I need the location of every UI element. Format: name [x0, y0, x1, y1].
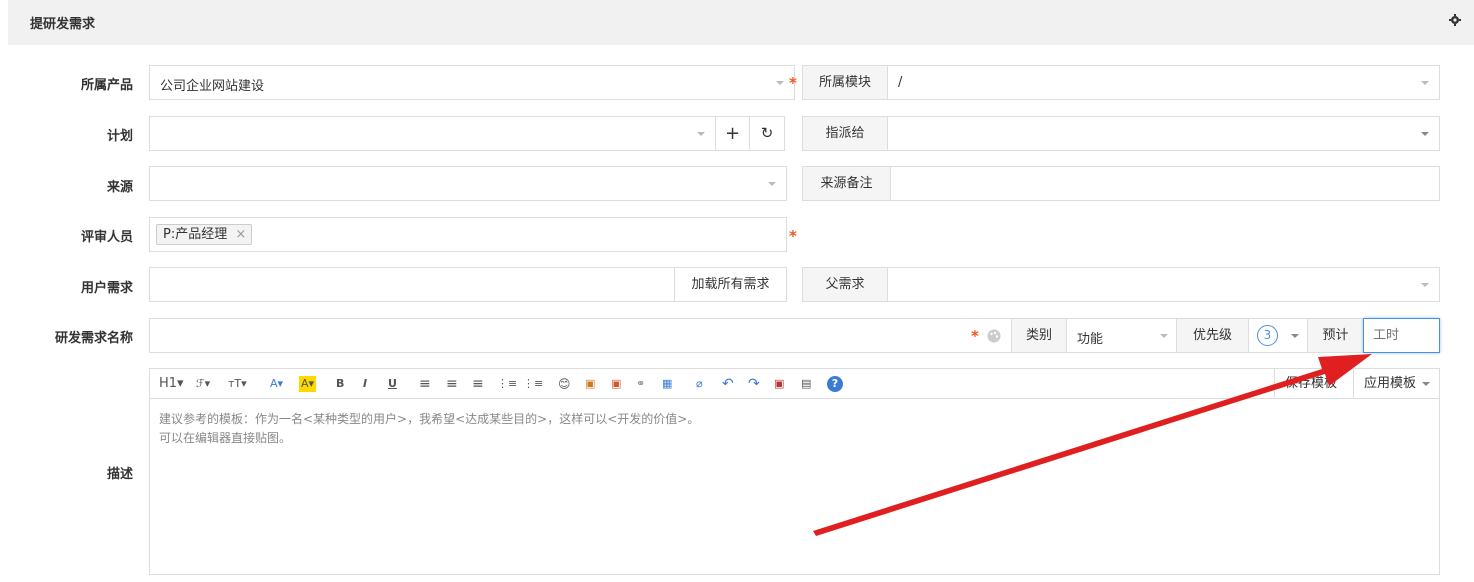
add-plan-button[interactable]: +: [715, 116, 750, 151]
paste-icon[interactable]: ▤: [801, 376, 811, 392]
image-icon[interactable]: ▣: [585, 376, 595, 392]
module-value: /: [898, 75, 903, 90]
chevron-down-icon: [1422, 382, 1431, 386]
italic-button[interactable]: I: [363, 376, 367, 392]
align-right-button[interactable]: ≡: [472, 376, 484, 392]
editor-placeholder: 建议参考的模板：作为一名<某种类型的用户>，我希望<达成某些目的>，这样可以<开…: [159, 410, 699, 448]
underline-button[interactable]: U: [388, 376, 397, 392]
chevron-down-icon: [1421, 81, 1429, 85]
chevron-down-icon: [768, 182, 776, 186]
ordered-list-button[interactable]: ⋮≡: [497, 376, 517, 392]
font-family-button[interactable]: ℱ▾: [196, 376, 210, 392]
name-label: 研发需求名称: [54, 331, 133, 346]
placeholder-line-2: 可以在编辑器直接贴图。: [159, 431, 292, 445]
type-select[interactable]: 功能: [1066, 318, 1177, 353]
highlight-button[interactable]: A▾: [299, 376, 317, 392]
unordered-list-button[interactable]: ⋮≡: [523, 376, 543, 392]
help-icon[interactable]: ?: [827, 376, 843, 392]
product-select[interactable]: 公司企业网站建设: [149, 65, 795, 100]
module-label: 所属模块: [802, 65, 888, 100]
font-size-button[interactable]: тT▾: [228, 376, 247, 392]
emoji-icon[interactable]: 😊: [558, 376, 571, 392]
align-left-button[interactable]: ≡: [419, 376, 431, 392]
required-mark: *: [789, 227, 797, 245]
product-value: 公司企业网站建设: [160, 79, 265, 94]
eraser-icon[interactable]: ⌀: [696, 376, 703, 392]
estimate-label: 预计: [1307, 318, 1364, 353]
chevron-down-icon: [697, 132, 705, 136]
save-template-button[interactable]: 保存模板: [1274, 369, 1347, 399]
reviewer-chip-label: P:产品经理: [163, 227, 228, 242]
chevron-down-icon: [1160, 334, 1168, 338]
module-select[interactable]: /: [887, 65, 1440, 100]
apply-template-label: 应用模板: [1364, 376, 1417, 391]
desc-label: 描述: [106, 467, 133, 482]
source-note-label: 来源备注: [802, 166, 891, 201]
table-icon[interactable]: ▦: [662, 376, 672, 392]
bold-button[interactable]: B: [336, 376, 344, 392]
priority-select[interactable]: 3: [1248, 318, 1308, 353]
placeholder-line-1: 建议参考的模板：作为一名<某种类型的用户>，我希望<达成某些目的>，这样可以<开…: [159, 412, 700, 426]
refresh-plan-button[interactable]: ↻: [749, 116, 785, 151]
reviewer-label: 评审人员: [80, 230, 133, 245]
panel-header: 提研发需求: [8, 0, 1474, 45]
redo-icon[interactable]: ↷: [748, 376, 760, 392]
assign-label: 指派给: [802, 116, 888, 151]
source-note-input[interactable]: [890, 166, 1440, 201]
type-label: 类别: [1011, 318, 1067, 353]
fullscreen-icon[interactable]: ▣: [774, 376, 784, 392]
align-center-button[interactable]: ≡: [446, 376, 458, 392]
page-title: 提研发需求: [30, 17, 96, 32]
user-req-select[interactable]: [149, 267, 675, 302]
gear-icon[interactable]: [1448, 13, 1462, 27]
product-label: 所属产品: [80, 78, 133, 93]
assign-select[interactable]: [887, 116, 1440, 151]
editor-toolbar: H1▾ ℱ▾ тT▾ A▾ A▾ B I U ≡ ≡ ≡ ⋮≡ ⋮≡ 😊 ▣ ▣…: [150, 369, 1439, 399]
code-icon[interactable]: ▣: [611, 376, 621, 392]
color-palette-icon[interactable]: [986, 328, 1002, 344]
story-create-page: 提研发需求 所属产品 公司企业网站建设 * 所属模块 / 计划 + ↻ 指派给 …: [8, 0, 1474, 582]
chevron-down-icon: [776, 81, 784, 85]
required-mark: *: [971, 327, 979, 345]
estimate-input[interactable]: [1363, 318, 1440, 353]
plan-select[interactable]: [149, 116, 716, 151]
required-mark: *: [789, 74, 797, 92]
link-icon[interactable]: ⚭: [636, 376, 645, 392]
undo-icon[interactable]: ↶: [722, 376, 734, 392]
close-icon[interactable]: ×: [235, 225, 246, 244]
chevron-down-icon: [1421, 283, 1429, 287]
reviewer-select[interactable]: P:产品经理 ×: [149, 217, 787, 252]
user-req-label: 用户需求: [80, 281, 133, 296]
reviewer-chip: P:产品经理 ×: [156, 224, 253, 245]
load-all-requirements-button[interactable]: 加载所有需求: [674, 267, 787, 302]
description-editor[interactable]: H1▾ ℱ▾ тT▾ A▾ A▾ B I U ≡ ≡ ≡ ⋮≡ ⋮≡ 😊 ▣ ▣…: [149, 368, 1440, 575]
parent-label: 父需求: [802, 267, 888, 302]
source-select[interactable]: [149, 166, 787, 201]
type-value: 功能: [1077, 332, 1104, 347]
apply-template-button[interactable]: 应用模板: [1353, 369, 1438, 399]
heading-button[interactable]: H1▾: [159, 376, 184, 392]
font-color-button[interactable]: A▾: [270, 376, 283, 392]
chevron-down-icon: [1291, 334, 1299, 338]
plan-label: 计划: [106, 129, 133, 144]
parent-select[interactable]: [887, 267, 1440, 302]
name-input[interactable]: *: [149, 318, 1012, 353]
source-label: 来源: [106, 180, 133, 195]
priority-label: 优先级: [1176, 318, 1249, 353]
priority-badge: 3: [1257, 325, 1278, 346]
chevron-down-icon: [1421, 132, 1429, 136]
